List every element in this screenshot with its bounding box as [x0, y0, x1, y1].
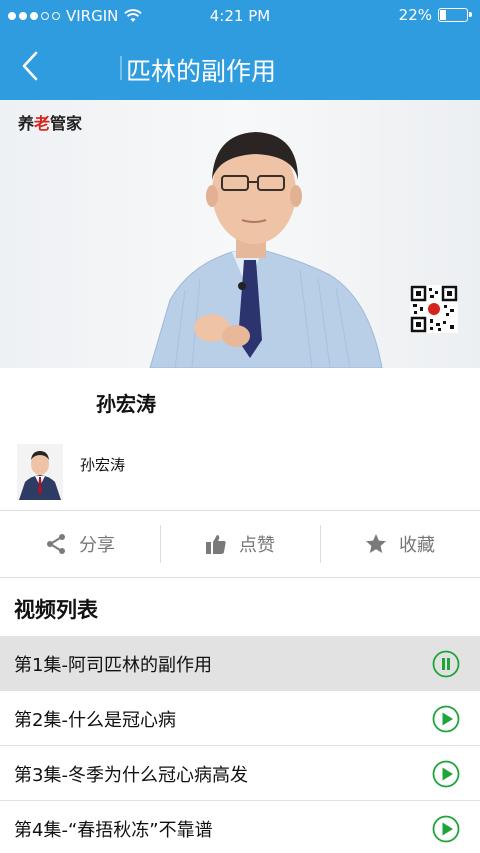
thumbs-up-icon: [206, 535, 226, 554]
episode-item-1[interactable]: 第1集-阿司匹林的副作用: [0, 636, 480, 691]
brand-logo: 养老管家: [18, 114, 83, 133]
episode-title: 第4集-“春捂秋冻”不靠谱: [14, 820, 213, 841]
like-button[interactable]: 点赞: [160, 511, 320, 577]
episode-title: 第1集-阿司匹林的副作用: [14, 655, 212, 676]
qr-code-icon: [410, 285, 458, 333]
favorite-label: 收藏: [399, 535, 435, 556]
battery-percentage: 22%: [398, 6, 432, 24]
playlist-title: 视频列表: [14, 598, 98, 622]
play-icon[interactable]: [432, 760, 460, 788]
author-name: 孙宏涛: [80, 456, 126, 474]
status-bar: VIRGIN 4:21 PM 22%: [0, 0, 480, 32]
avatar: [17, 444, 63, 500]
star-icon: [366, 534, 386, 553]
episode-title: 第2集-什么是冠心病: [14, 710, 176, 731]
share-icon: [47, 534, 65, 554]
pause-icon[interactable]: [432, 650, 460, 678]
navigation-bar: 匹林的副作用: [0, 32, 480, 100]
video-player[interactable]: 养老管家: [0, 100, 480, 368]
video-frame-illustration: [0, 100, 480, 368]
battery-icon: [438, 8, 472, 22]
episode-title: 第3集-冬季为什么冠心病高发: [14, 765, 248, 786]
status-right: 22%: [398, 6, 472, 24]
author-row[interactable]: 孙宏涛: [0, 434, 480, 510]
battery-level-fill: [440, 10, 446, 20]
share-label: 分享: [79, 535, 115, 556]
page-title: 匹林的副作用: [119, 52, 276, 88]
action-bar: 分享 点赞 收藏: [0, 510, 480, 578]
favorite-button[interactable]: 收藏: [320, 511, 480, 577]
speaker-title: 孙宏涛: [96, 392, 156, 416]
chevron-left-icon: [22, 51, 38, 81]
episode-item-4[interactable]: 第4集-“春捂秋冻”不靠谱: [0, 801, 480, 853]
play-icon[interactable]: [432, 705, 460, 733]
episode-item-2[interactable]: 第2集-什么是冠心病: [0, 691, 480, 746]
back-button[interactable]: [10, 46, 50, 86]
share-button[interactable]: 分享: [0, 511, 160, 577]
episode-list: 第1集-阿司匹林的副作用 第2集-什么是冠心病 第3集-冬季为什么冠心病高发 第…: [0, 636, 480, 853]
play-icon[interactable]: [432, 815, 460, 843]
like-label: 点赞: [239, 535, 275, 556]
episode-item-3[interactable]: 第3集-冬季为什么冠心病高发: [0, 746, 480, 801]
